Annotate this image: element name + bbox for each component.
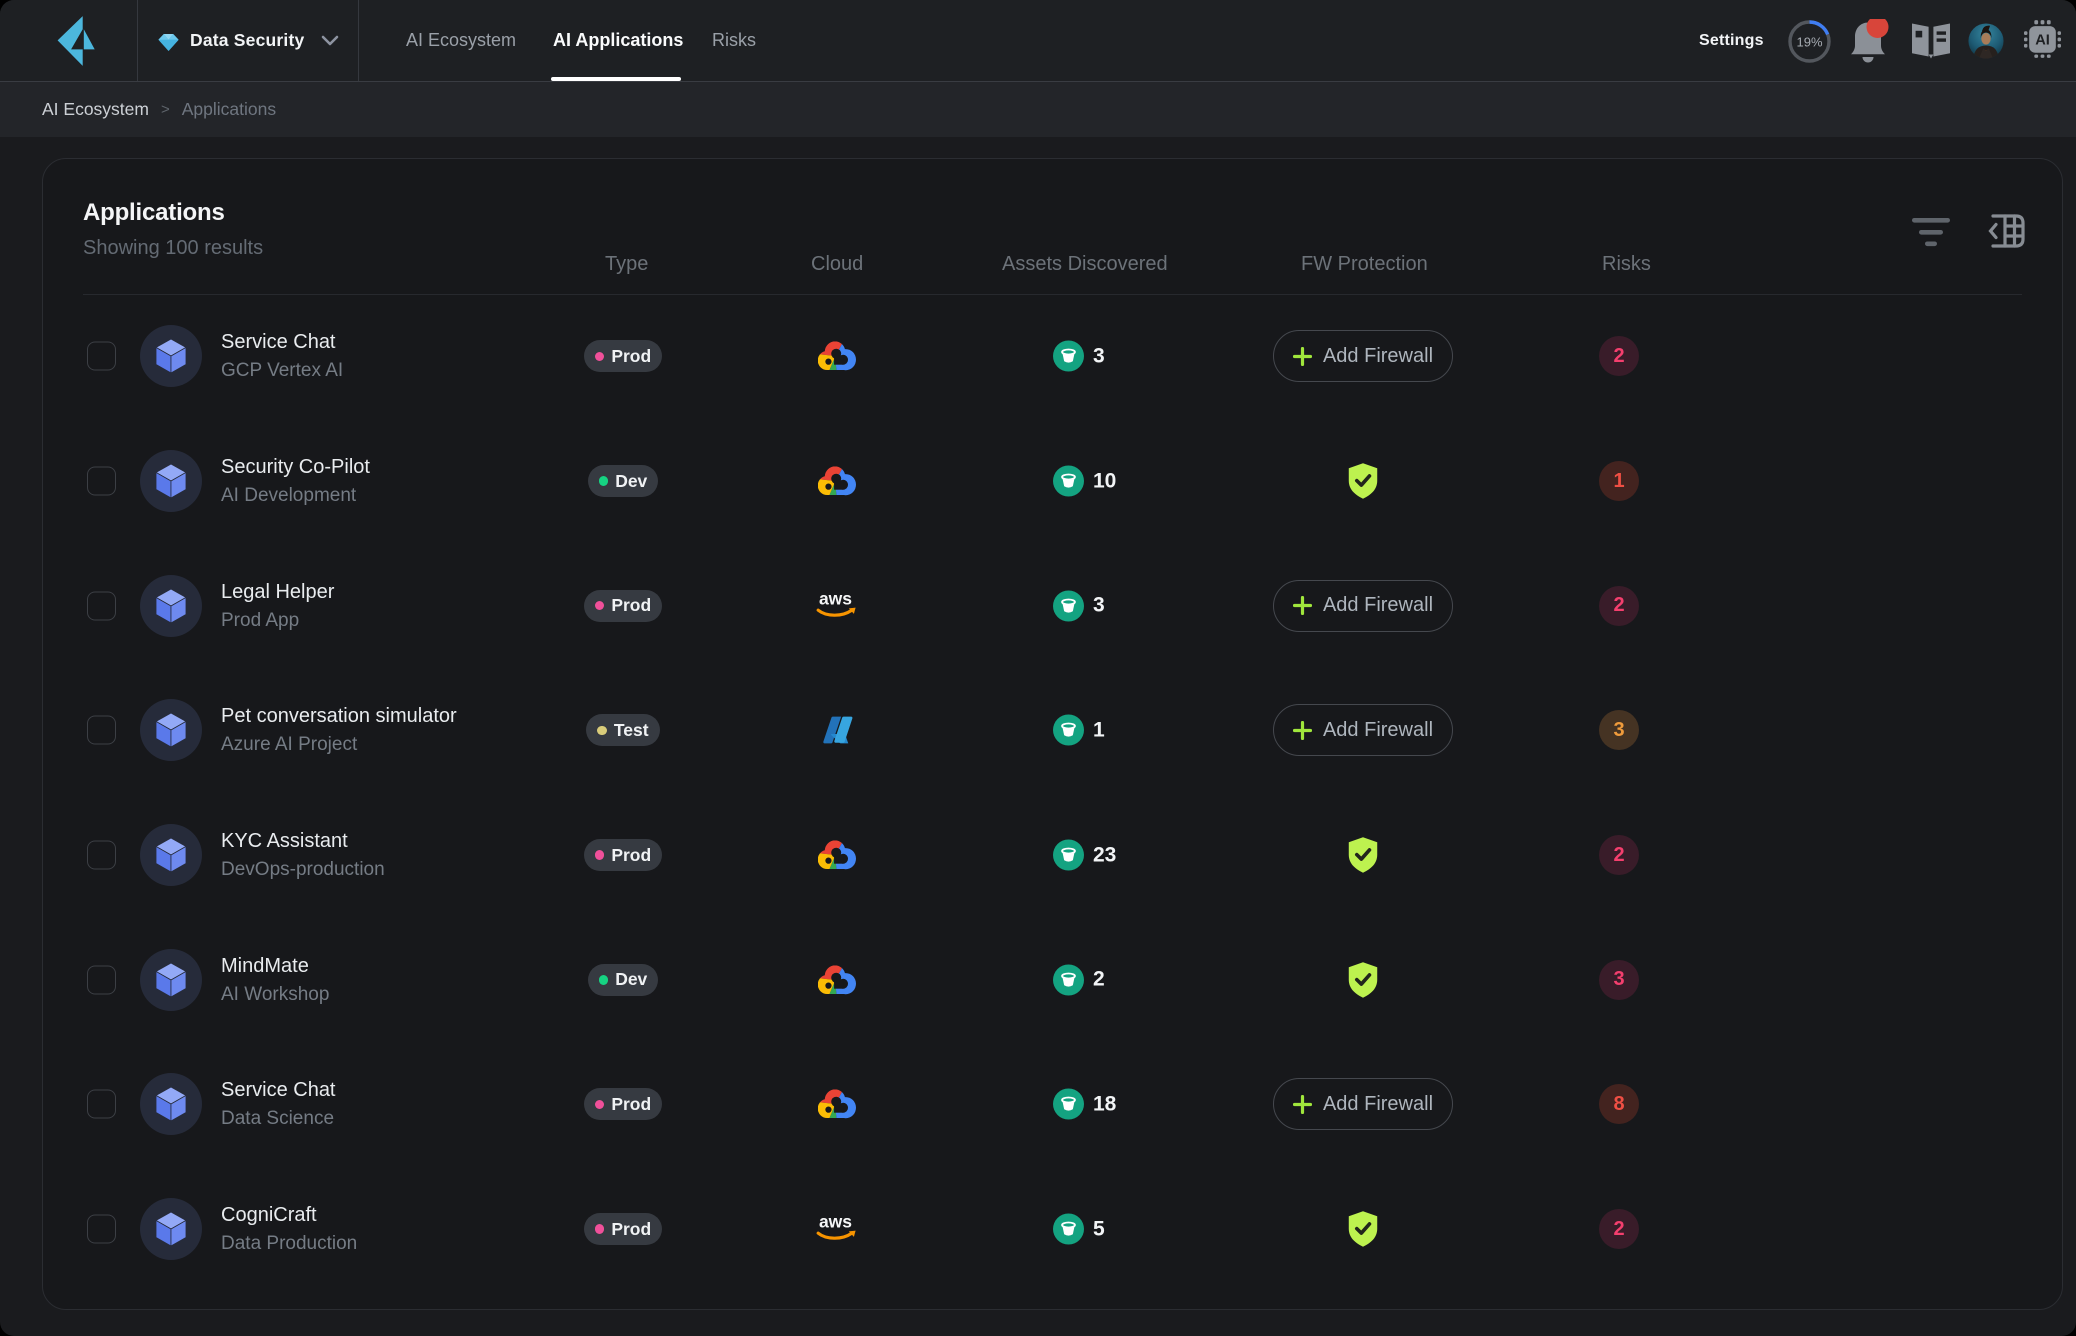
svg-text:AI: AI [2035, 33, 2050, 49]
svg-text:19%: 19% [1796, 35, 1822, 50]
